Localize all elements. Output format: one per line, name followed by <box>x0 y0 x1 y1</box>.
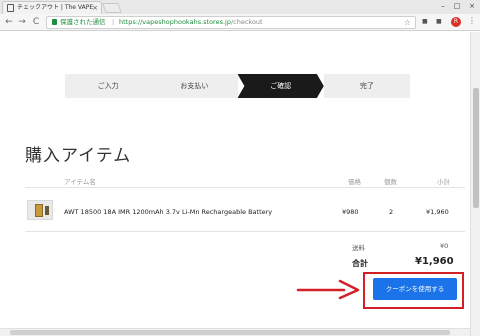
step-complete: 完了 <box>323 74 410 98</box>
secure-label: 保護された通信 <box>60 18 106 26</box>
extension-icon[interactable]: ■ <box>422 18 428 25</box>
step-label: 完了 <box>359 82 374 90</box>
step-label: ご入力 <box>97 82 119 90</box>
page-title: 購入アイテム <box>25 146 132 166</box>
shipping-label: 送料 <box>352 244 365 252</box>
scrollbar-thumb[interactable] <box>10 330 450 335</box>
window-close-icon[interactable]: × <box>465 0 479 12</box>
annotation-arrow-icon <box>296 279 360 300</box>
battery-icon <box>35 204 43 217</box>
page-icon <box>7 4 14 12</box>
lock-icon <box>52 19 57 25</box>
url-separator: | <box>112 18 115 26</box>
step-confirm: ご確認 <box>237 74 324 98</box>
vertical-scrollbar[interactable] <box>470 32 480 336</box>
checkout-steps: ご入力 お支払い ご確認 完了 <box>65 74 410 98</box>
shipping-value: ¥0 <box>440 242 449 250</box>
product-subtotal: ¥1,960 <box>426 208 449 216</box>
column-header-subtotal: 小計 <box>437 178 450 186</box>
step-input: ご入力 <box>65 74 152 98</box>
column-header-item: アイテム名 <box>64 178 96 186</box>
address-bar[interactable]: 保護された通信 | https://vapeshophookahs.stores… <box>46 16 416 29</box>
horizontal-scrollbar[interactable] <box>0 328 470 336</box>
total-value: ¥1,960 <box>415 256 454 267</box>
battery-icon <box>45 206 49 215</box>
url-path: /checkout <box>230 18 263 26</box>
tab-close-icon[interactable]: × <box>92 2 98 14</box>
step-payment: お支払い <box>151 74 238 98</box>
tab-title: チェックアウト | The VAPE <box>17 4 94 11</box>
product-price: ¥980 <box>342 208 359 216</box>
column-header-qty: 個数 <box>384 178 397 186</box>
minimize-icon[interactable]: – <box>436 0 450 12</box>
divider <box>25 231 465 232</box>
profile-avatar[interactable]: R <box>451 17 461 27</box>
divider <box>25 187 465 188</box>
product-qty: 2 <box>389 208 394 216</box>
extension-icon[interactable]: ■ <box>436 18 442 25</box>
browser-tab-strip: チェックアウト | The VAPE × – □ × <box>0 0 480 14</box>
reload-icon[interactable]: C <box>30 15 42 30</box>
column-header-price: 価格 <box>348 178 361 186</box>
scrollbar-thumb[interactable] <box>473 88 479 208</box>
bookmark-star-icon[interactable]: ☆ <box>404 17 411 28</box>
use-coupon-button[interactable]: クーポンを使用する <box>373 278 457 300</box>
url-host: https://vapeshophookahs.stores.jp <box>119 18 231 26</box>
forward-icon[interactable]: → <box>16 15 28 30</box>
back-icon[interactable]: ← <box>3 15 15 30</box>
product-thumbnail <box>27 200 53 220</box>
product-name: AWT 18500 18A IMR 1200mAh 3.7v Li-Mn Rec… <box>64 208 273 216</box>
total-label: 合計 <box>352 259 368 268</box>
browser-menu-icon[interactable]: ⋮ <box>468 16 476 25</box>
step-label: ご確認 <box>270 82 292 90</box>
browser-toolbar: ← → C 保護された通信 | https://vapeshophookahs.… <box>0 14 480 31</box>
new-tab-button[interactable] <box>102 3 122 13</box>
browser-tab[interactable]: チェックアウト | The VAPE × <box>2 1 102 14</box>
step-label: お支払い <box>180 82 209 90</box>
url-text: https://vapeshophookahs.stores.jp/checko… <box>119 17 263 28</box>
maximize-icon[interactable]: □ <box>450 0 464 12</box>
